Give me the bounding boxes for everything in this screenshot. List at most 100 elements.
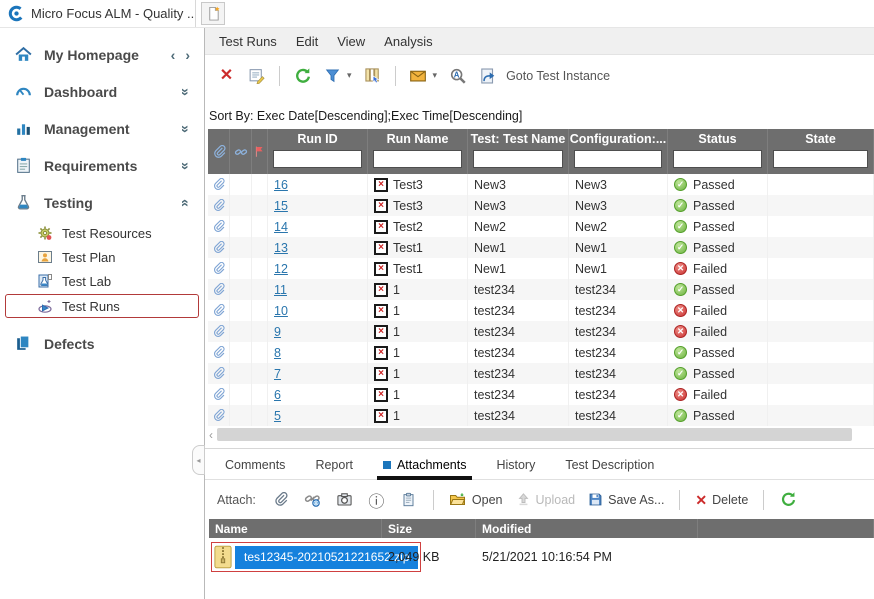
table-row[interactable]: 13 × Test1 New1 New1 ✓ Passed <box>208 237 874 258</box>
attach-file-button[interactable] <box>271 490 290 509</box>
filter-configuration[interactable] <box>574 150 662 168</box>
filter-state[interactable] <box>773 150 868 168</box>
filter-run-id[interactable] <box>273 150 362 168</box>
sidebar-collapse-handle[interactable]: ◂ <box>192 445 205 475</box>
table-row[interactable]: 7 × 1 test234 test234 ✓ Passed <box>208 363 874 384</box>
refresh-attachments-button[interactable] <box>779 490 798 509</box>
table-row[interactable]: 14 × Test2 New2 New2 ✓ Passed <box>208 216 874 237</box>
sidebar-item-test-lab[interactable]: Test Lab <box>0 269 204 293</box>
sidebar-item-requirements[interactable]: Requirements » <box>0 147 204 184</box>
configuration-cell: New3 <box>569 174 668 195</box>
tab-history[interactable]: History <box>496 458 535 479</box>
run-id-link[interactable]: 9 <box>274 325 281 339</box>
link-column-header[interactable] <box>230 129 252 174</box>
column-header-configuration[interactable]: Configuration:... <box>569 129 668 174</box>
expand-chevron-icon[interactable]: » <box>178 125 194 133</box>
expand-chevron-icon[interactable]: » <box>178 88 194 96</box>
sidebar-item-defects[interactable]: Defects <box>0 319 204 362</box>
tab-report[interactable]: Report <box>315 458 353 479</box>
run-id-link[interactable]: 11 <box>274 283 287 297</box>
sidebar-item-my-homepage[interactable]: My Homepage ‹ › <box>0 36 204 73</box>
app-tab[interactable]: Micro Focus ALM - Quality ... ✕ <box>0 0 196 27</box>
sidebar-item-management[interactable]: Management » <box>0 110 204 147</box>
filter-run-name[interactable] <box>373 150 462 168</box>
run-id-link[interactable]: 5 <box>274 409 281 423</box>
scrollbar-track[interactable] <box>217 428 872 441</box>
find-button[interactable]: A <box>448 66 467 85</box>
run-id-link[interactable]: 12 <box>274 262 288 276</box>
open-attachment-button[interactable]: Open <box>449 492 503 508</box>
filter-dropdown-caret[interactable]: ▾ <box>347 70 352 81</box>
table-row[interactable]: 12 × Test1 New1 New1 ✕ Failed <box>208 258 874 279</box>
menu-test-runs[interactable]: Test Runs <box>219 34 277 49</box>
open-label: Open <box>472 493 503 507</box>
send-mail-button[interactable] <box>409 66 428 85</box>
run-id-link[interactable]: 7 <box>274 367 281 381</box>
tab-test-description[interactable]: Test Description <box>565 458 654 479</box>
run-id-link[interactable]: 15 <box>274 199 288 213</box>
table-row[interactable]: 9 × 1 test234 test234 ✕ Failed <box>208 321 874 342</box>
attach-url-button[interactable] <box>303 490 322 509</box>
column-header-state[interactable]: State <box>768 129 874 174</box>
goto-test-instance-label[interactable]: Goto Test Instance <box>506 69 610 83</box>
menu-view[interactable]: View <box>337 34 365 49</box>
attach-snapshot-button[interactable] <box>335 490 354 509</box>
sidebar-item-testing[interactable]: Testing « <box>0 184 204 221</box>
column-header-modified[interactable]: Modified <box>476 519 698 538</box>
sidebar-item-dashboard[interactable]: Dashboard » <box>0 73 204 110</box>
run-id-link[interactable]: 16 <box>274 178 288 192</box>
upload-attachment-button[interactable]: Upload <box>516 492 576 507</box>
nav-back-icon[interactable]: ‹ <box>171 47 176 63</box>
attachment-row[interactable]: tes12345-20210521221652.zip 2,049 KB 5/2… <box>209 538 874 576</box>
column-header-status[interactable]: Status <box>668 129 768 174</box>
column-header-run-name[interactable]: Run Name <box>368 129 468 174</box>
run-id-link[interactable]: 14 <box>274 220 288 234</box>
filter-button[interactable] <box>323 66 342 85</box>
column-header-name[interactable]: Name <box>209 519 382 538</box>
menu-bar: Test Runs Edit View Analysis <box>205 28 874 55</box>
menu-analysis[interactable]: Analysis <box>384 34 432 49</box>
tab-attachments[interactable]: Attachments <box>383 458 466 479</box>
table-row[interactable]: 11 × 1 test234 test234 ✓ Passed <box>208 279 874 300</box>
refresh-button[interactable] <box>293 66 312 85</box>
run-details-button[interactable] <box>247 66 266 85</box>
sidebar-item-test-plan[interactable]: Test Plan <box>0 245 204 269</box>
flag-column-header[interactable] <box>252 129 268 174</box>
run-id-link[interactable]: 13 <box>274 241 288 255</box>
run-id-link[interactable]: 6 <box>274 388 281 402</box>
table-row[interactable]: 15 × Test3 New3 New3 ✓ Passed <box>208 195 874 216</box>
mail-dropdown-caret[interactable]: ▾ <box>433 70 438 81</box>
horizontal-scrollbar[interactable]: ‹ <box>205 426 874 443</box>
collapse-chevron-icon[interactable]: « <box>178 199 194 207</box>
sidebar-item-test-resources[interactable]: Test Resources <box>0 221 204 245</box>
run-id-link[interactable]: 10 <box>274 304 288 318</box>
table-row[interactable]: 5 × 1 test234 test234 ✓ Passed <box>208 405 874 426</box>
filter-test-name[interactable] <box>473 150 563 168</box>
column-header-size[interactable]: Size <box>382 519 476 538</box>
expand-chevron-icon[interactable]: » <box>178 162 194 170</box>
table-row[interactable]: 8 × 1 test234 test234 ✓ Passed <box>208 342 874 363</box>
table-row[interactable]: 16 × Test3 New3 New3 ✓ Passed <box>208 174 874 195</box>
table-row[interactable]: 6 × 1 test234 test234 ✕ Failed <box>208 384 874 405</box>
scrollbar-thumb[interactable] <box>217 428 852 441</box>
sidebar-item-test-runs[interactable]: Test Runs <box>5 294 199 318</box>
run-id-link[interactable]: 8 <box>274 346 281 360</box>
table-row[interactable]: 10 × 1 test234 test234 ✕ Failed <box>208 300 874 321</box>
attachment-column-header[interactable] <box>208 129 230 174</box>
attach-system-info-button[interactable]: ⓘ <box>367 490 386 509</box>
defects-icon <box>14 334 33 353</box>
attach-clipboard-button[interactable] <box>399 490 418 509</box>
save-as-button[interactable]: Save As... <box>588 492 664 507</box>
tab-comments[interactable]: Comments <box>225 458 285 479</box>
delete-run-button[interactable]: ✕ <box>217 66 236 85</box>
goto-test-instance-icon[interactable] <box>478 66 497 85</box>
column-header-run-id[interactable]: Run ID <box>268 129 368 174</box>
menu-edit[interactable]: Edit <box>296 34 318 49</box>
select-columns-button[interactable] <box>363 66 382 85</box>
nav-forward-icon[interactable]: › <box>185 47 190 63</box>
column-header-test-name[interactable]: Test: Test Name <box>468 129 569 174</box>
scroll-left-icon[interactable]: ‹ <box>209 428 213 442</box>
delete-attachment-button[interactable]: ✕ Delete <box>695 492 748 508</box>
new-tab-button[interactable] <box>201 2 225 25</box>
filter-status[interactable] <box>673 150 762 168</box>
